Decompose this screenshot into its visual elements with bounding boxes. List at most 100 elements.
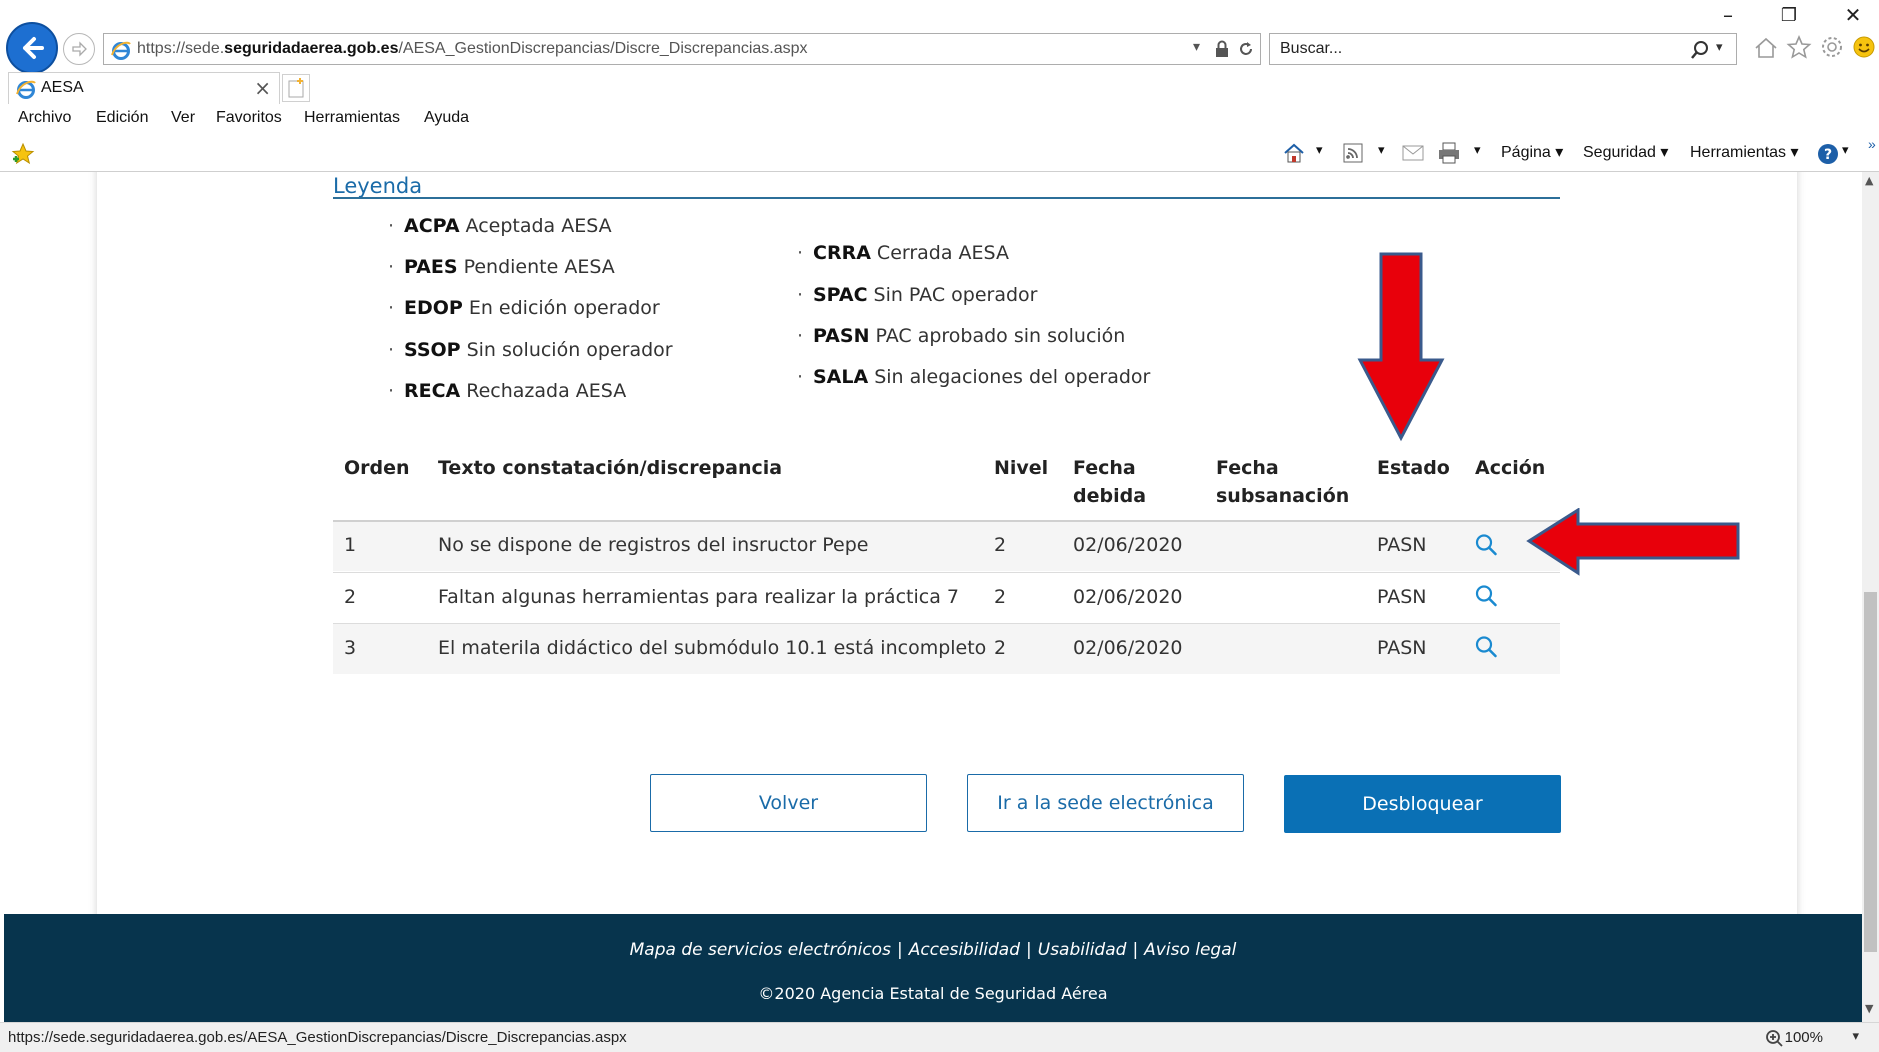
settings-gear-icon[interactable] bbox=[1820, 35, 1844, 59]
legend-divider bbox=[333, 197, 1560, 199]
ir-sede-electronica-button[interactable]: Ir a la sede electrónica bbox=[967, 774, 1244, 832]
legend-title: Leyenda bbox=[333, 174, 423, 198]
address-url: https://sede.seguridadaerea.gob.es/AESA_… bbox=[137, 40, 808, 57]
legend-item: · PASN PAC aprobado sin solución bbox=[797, 325, 1126, 347]
footer-copyright: ©2020 Agencia Estatal de Seguridad Aérea bbox=[758, 984, 1108, 1003]
status-bar: https://sede.seguridadaerea.gob.es/AESA_… bbox=[0, 1022, 1879, 1052]
view-detail-search-icon[interactable] bbox=[1474, 635, 1498, 659]
ie-favicon-icon bbox=[16, 80, 36, 99]
footer-link-mapa[interactable]: Mapa de servicios electrónicos bbox=[630, 940, 891, 960]
help-icon[interactable]: ? bbox=[1816, 142, 1840, 166]
footer-links: Mapa de servicios electrónicos | Accesibil… bbox=[629, 940, 1237, 960]
cell-estado: PASN bbox=[1377, 534, 1427, 556]
desbloquear-button[interactable]: Desbloquear bbox=[1284, 775, 1561, 833]
annotation-arrow-down-icon bbox=[1357, 252, 1445, 442]
add-favorites-icon[interactable] bbox=[10, 142, 36, 166]
cell-nivel: 2 bbox=[994, 586, 1007, 608]
column-header-estado: Estado bbox=[1377, 457, 1450, 479]
cell-estado: PASN bbox=[1377, 637, 1427, 659]
vertical-scrollbar[interactable]: ▲ ▼ bbox=[1862, 172, 1879, 1022]
page-viewport: Leyenda · ACPA Aceptada AESA · PAES Pendient… bbox=[0, 172, 1862, 1022]
zoom-icon[interactable] bbox=[1765, 1029, 1783, 1047]
home-icon[interactable] bbox=[1753, 35, 1779, 61]
zoom-dropdown-icon[interactable]: ▾ bbox=[1852, 1029, 1859, 1044]
menu-archivo[interactable]: Archivo bbox=[18, 109, 71, 127]
status-url: https://sede.seguridadaerea.gob.es/AESA_… bbox=[8, 1029, 627, 1046]
ie-favicon-icon bbox=[111, 41, 131, 60]
print-dropdown-icon[interactable]: ▾ bbox=[1474, 142, 1481, 158]
legend-item: · CRRA Cerrada AESA bbox=[797, 242, 1009, 264]
view-detail-search-icon[interactable] bbox=[1474, 533, 1498, 557]
cell-fecha-debida: 02/06/2020 bbox=[1073, 586, 1183, 608]
page-footer: Mapa de servicios electrónicos | Accesibil… bbox=[4, 914, 1862, 1022]
annotation-arrow-left-icon bbox=[1526, 508, 1740, 576]
menu-bar: Archivo Edición Ver Favoritos Herramient… bbox=[0, 104, 1879, 136]
column-header-accion: Acción bbox=[1475, 457, 1546, 479]
menu-favoritos[interactable]: Favoritos bbox=[216, 109, 282, 127]
cell-fecha-debida: 02/06/2020 bbox=[1073, 534, 1183, 556]
address-dropdown-icon[interactable]: ▾ bbox=[1193, 39, 1200, 55]
menu-herramientas[interactable]: Herramientas bbox=[304, 109, 400, 127]
menu-herramientas-cmd[interactable]: Herramientas ▾ bbox=[1690, 142, 1799, 162]
zoom-level[interactable]: 100% bbox=[1785, 1029, 1823, 1046]
print-icon[interactable] bbox=[1437, 142, 1461, 164]
restore-button[interactable]: ❐ bbox=[1766, 0, 1812, 30]
column-header-texto: Texto constatación/discrepancia bbox=[438, 457, 783, 479]
mail-icon[interactable] bbox=[1402, 145, 1424, 161]
minimize-button[interactable]: – bbox=[1705, 0, 1751, 30]
menu-pagina[interactable]: Página ▾ bbox=[1501, 142, 1563, 162]
forward-button[interactable] bbox=[63, 33, 95, 65]
cell-estado: PASN bbox=[1377, 586, 1427, 608]
scroll-thumb[interactable] bbox=[1864, 592, 1877, 952]
refresh-icon[interactable] bbox=[1237, 40, 1255, 58]
cell-texto: No se dispone de registros del insructor… bbox=[438, 534, 869, 556]
menu-seguridad[interactable]: Seguridad ▾ bbox=[1583, 142, 1668, 162]
scroll-down-icon[interactable]: ▼ bbox=[1865, 1002, 1873, 1015]
legend-item: · RECA Rechazada AESA bbox=[388, 380, 627, 402]
menu-ver[interactable]: Ver bbox=[171, 109, 195, 127]
search-input[interactable] bbox=[1280, 40, 1660, 58]
menu-edicion[interactable]: Edición bbox=[96, 109, 148, 127]
legend-item: · SPAC Sin PAC operador bbox=[797, 284, 1038, 306]
scroll-up-icon[interactable]: ▲ bbox=[1865, 174, 1873, 187]
lock-icon[interactable] bbox=[1214, 40, 1230, 58]
help-dropdown-icon[interactable]: ▾ bbox=[1842, 142, 1849, 158]
menu-ayuda[interactable]: Ayuda bbox=[424, 109, 469, 127]
legend-item: · EDOP En edición operador bbox=[388, 297, 660, 319]
home-page-icon[interactable] bbox=[1282, 141, 1306, 165]
search-icon[interactable] bbox=[1690, 40, 1710, 60]
cell-orden: 2 bbox=[344, 586, 357, 608]
column-header-fecha-subsanacion: Fecha subsanación bbox=[1216, 457, 1350, 507]
cell-fecha-debida: 02/06/2020 bbox=[1073, 637, 1183, 659]
tab-title: AESA bbox=[41, 79, 84, 96]
legend-item: · ACPA Aceptada AESA bbox=[388, 215, 612, 237]
cell-texto: Faltan algunas herramientas para realiza… bbox=[438, 586, 959, 608]
browser-toolbar: https://sede.seguridadaerea.gob.es/AESA_… bbox=[0, 0, 1879, 74]
new-tab-button[interactable] bbox=[282, 74, 310, 102]
footer-link-aviso-legal[interactable]: Aviso legal bbox=[1144, 940, 1236, 960]
tab-close-icon[interactable]: × bbox=[254, 76, 271, 100]
address-bar[interactable]: https://sede.seguridadaerea.gob.es/AESA_… bbox=[103, 33, 1261, 65]
column-header-fecha-debida: Fecha debida bbox=[1073, 457, 1147, 507]
feeds-icon[interactable] bbox=[1343, 143, 1363, 163]
footer-link-accesibilidad[interactable]: Accesibilidad bbox=[909, 940, 1020, 960]
feeds-dropdown-icon[interactable]: ▾ bbox=[1378, 142, 1385, 158]
legend-item: · SALA Sin alegaciones del operador bbox=[797, 366, 1151, 388]
back-button[interactable] bbox=[6, 22, 58, 74]
cell-orden: 1 bbox=[344, 534, 357, 556]
feedback-smiley-icon[interactable] bbox=[1852, 35, 1876, 59]
favorites-star-icon[interactable] bbox=[1786, 34, 1812, 60]
column-header-orden: Orden bbox=[344, 457, 410, 479]
chevron-more-icon[interactable]: » bbox=[1868, 136, 1876, 152]
search-box[interactable]: ▾ bbox=[1269, 33, 1737, 65]
volver-button[interactable]: Volver bbox=[650, 774, 927, 832]
forward-arrow-icon bbox=[72, 41, 87, 57]
cell-nivel: 2 bbox=[994, 637, 1007, 659]
footer-link-usabilidad[interactable]: Usabilidad bbox=[1038, 940, 1127, 960]
new-tab-icon bbox=[288, 78, 304, 98]
view-detail-search-icon[interactable] bbox=[1474, 584, 1498, 608]
tab-aesa[interactable]: AESA × bbox=[8, 72, 280, 104]
home-dropdown-icon[interactable]: ▾ bbox=[1316, 142, 1323, 158]
search-dropdown-icon[interactable]: ▾ bbox=[1716, 40, 1723, 55]
close-window-button[interactable]: ✕ bbox=[1830, 0, 1876, 30]
